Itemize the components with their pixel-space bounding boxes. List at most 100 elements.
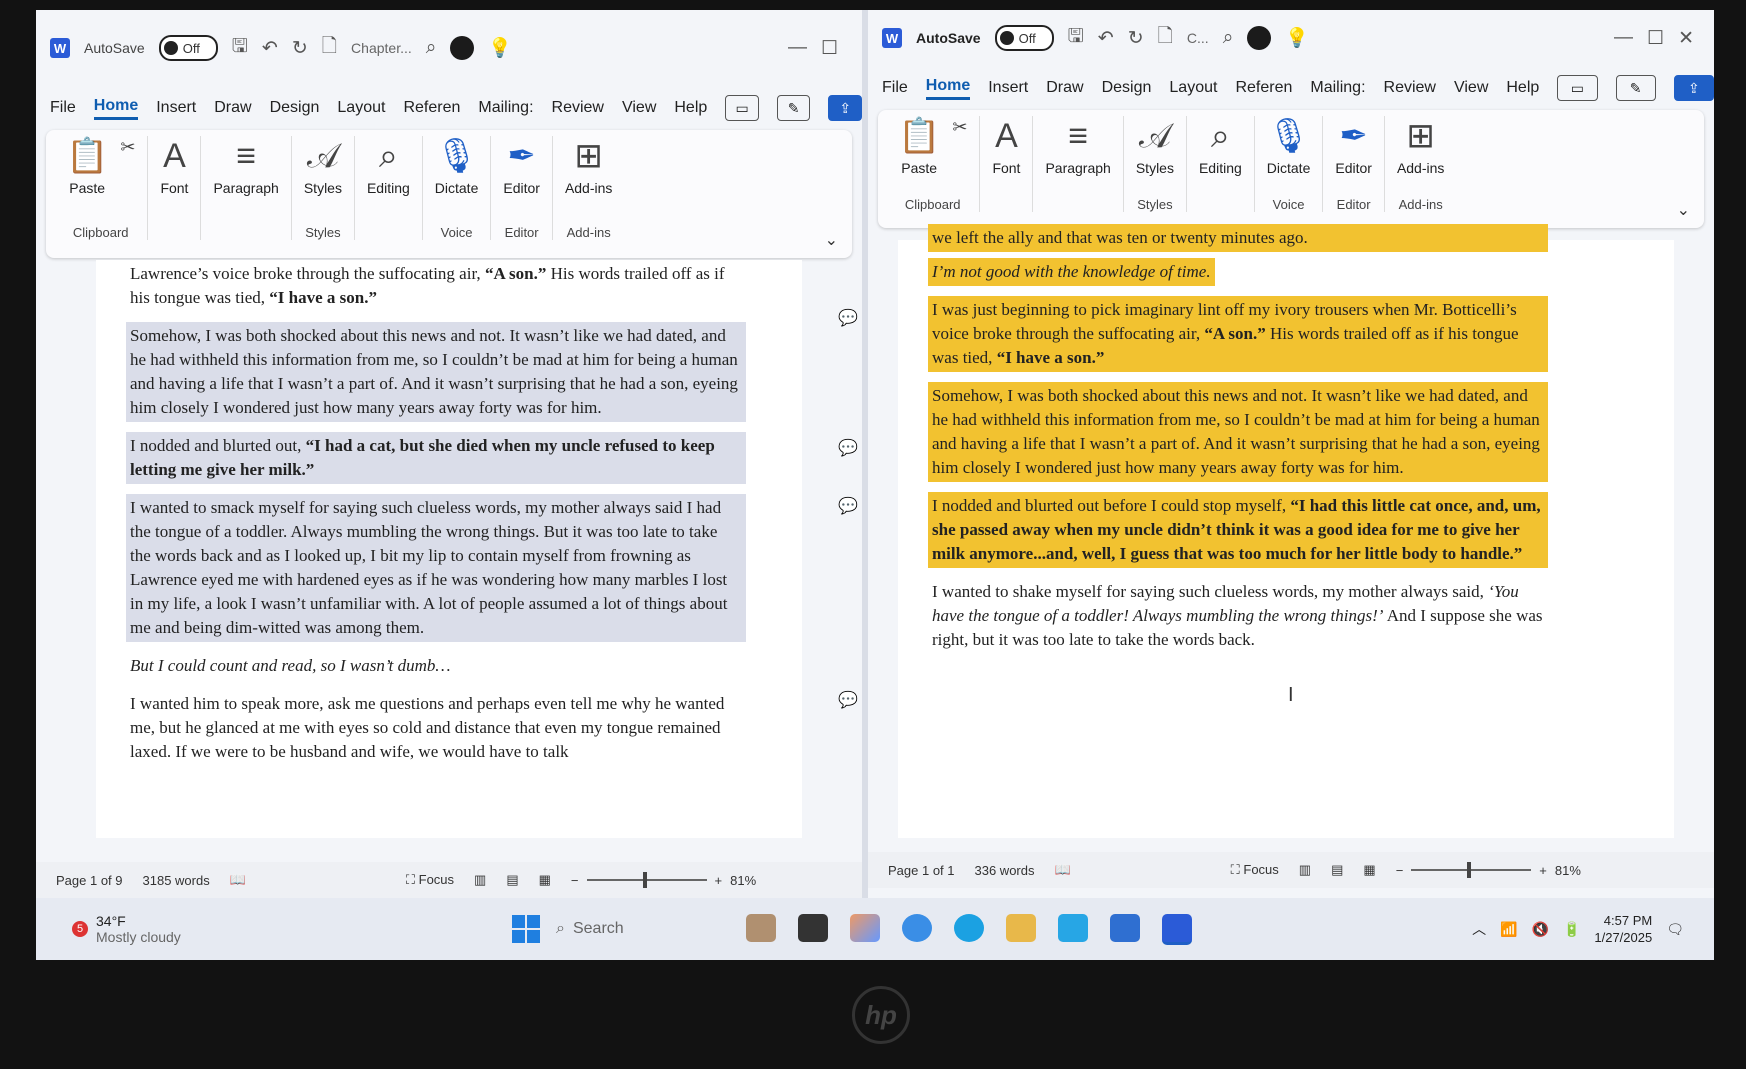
windows-start-icon[interactable] <box>512 915 540 943</box>
menu-mailings[interactable]: Mailing: <box>1310 79 1365 97</box>
menu-references[interactable]: Referen <box>403 99 460 117</box>
menu-draw[interactable]: Draw <box>214 99 251 117</box>
menu-help[interactable]: Help <box>674 99 707 117</box>
minimize-icon[interactable]: — <box>1614 27 1633 49</box>
chevron-up-icon[interactable]: ︿ <box>1472 919 1486 939</box>
comment-icon[interactable]: 💬 <box>838 438 858 458</box>
scissors-icon[interactable]: ✂ <box>952 116 967 156</box>
menu-layout[interactable]: Layout <box>1169 79 1217 97</box>
editing-mode-button[interactable]: ✎ <box>1615 75 1656 101</box>
comments-button[interactable]: ▭ <box>725 95 759 121</box>
minimize-icon[interactable]: — <box>788 37 807 59</box>
search-icon[interactable]: ⌕ <box>426 37 437 59</box>
app-icon[interactable] <box>1058 913 1088 942</box>
focus-button[interactable]: ⛶ Focus <box>1231 862 1279 878</box>
web-layout-icon[interactable]: ▦ <box>1363 862 1375 878</box>
paste-button[interactable]: 📋 Paste <box>66 136 108 196</box>
menu-insert[interactable]: Insert <box>156 99 196 117</box>
autosave-toggle[interactable]: Off <box>158 35 218 61</box>
menu-review[interactable]: Review <box>552 99 604 117</box>
print-layout-icon[interactable]: ▤ <box>1331 862 1343 878</box>
cut-copy-format[interactable]: ✂ <box>120 136 135 176</box>
dictate-button[interactable]: 🎙 Dictate <box>1267 116 1311 176</box>
left-document-page[interactable]: Lawrence’s voice broke through the suffo… <box>96 260 858 838</box>
zoom-slider[interactable]: − +81% <box>571 872 756 888</box>
page-count[interactable]: Page 1 of 1 <box>888 863 955 878</box>
font-button[interactable]: A Font <box>160 136 188 196</box>
maximize-icon[interactable]: ☐ <box>1647 27 1664 50</box>
battery-icon[interactable]: 🔋 <box>1563 921 1580 938</box>
focus-button[interactable]: ⛶ Focus <box>406 872 454 888</box>
clock[interactable]: 4:57 PM 1/27/2025 <box>1594 912 1652 946</box>
save-icon[interactable]: 🖫 <box>232 32 248 64</box>
widget-icon[interactable] <box>746 913 776 942</box>
paragraph-button[interactable]: ≡ Paragraph <box>1045 116 1110 176</box>
menu-home[interactable]: Home <box>925 77 971 100</box>
menu-layout[interactable]: Layout <box>337 99 385 117</box>
menu-references[interactable]: Referen <box>1235 79 1292 97</box>
styles-button[interactable]: 𝒜 Styles <box>1136 116 1174 176</box>
lightbulb-icon[interactable]: 💡 <box>1285 26 1309 50</box>
paragraph-highlighted[interactable]: I’m not good with the knowledge of time. <box>928 258 1215 286</box>
document-title[interactable]: C... <box>1187 30 1209 46</box>
ribbon-collapse-icon[interactable]: ⌄ <box>825 230 838 250</box>
save-icon[interactable]: 🖫 <box>1068 22 1084 54</box>
edge-icon[interactable] <box>954 913 984 942</box>
zoom-slider[interactable]: − +81% <box>1396 862 1581 878</box>
dictate-button[interactable]: 🎙 Dictate <box>435 136 479 196</box>
menu-help[interactable]: Help <box>1506 79 1539 97</box>
menu-mailings[interactable]: Mailing: <box>478 99 533 117</box>
undo-icon[interactable]: ↶ <box>262 37 278 60</box>
paragraph[interactable]: But I could count and read, so I wasn’t … <box>126 652 746 680</box>
taskbar-search[interactable]: ⌕ Search <box>556 911 716 947</box>
editing-mode-button[interactable]: ✎ <box>776 95 811 121</box>
addins-button[interactable]: ⊞ Add-ins <box>1397 116 1444 176</box>
word-count[interactable]: 3185 words <box>143 873 210 888</box>
copilot-icon[interactable] <box>450 36 475 60</box>
menu-design[interactable]: Design <box>270 99 320 117</box>
new-doc-icon[interactable]: 🗋 <box>322 32 337 64</box>
weather-widget[interactable]: 5 34°F Mostly cloudy <box>36 913 492 945</box>
close-icon[interactable]: ✕ <box>1678 27 1694 50</box>
redo-icon[interactable]: ↻ <box>1128 27 1144 50</box>
comments-button[interactable]: ▭ <box>1557 75 1598 101</box>
editor-button[interactable]: ✒ Editor <box>503 136 540 196</box>
font-button[interactable]: A Font <box>992 116 1020 176</box>
proofing-icon[interactable]: 📖 <box>1054 862 1070 878</box>
menu-insert[interactable]: Insert <box>988 79 1028 97</box>
store-icon[interactable] <box>1110 913 1140 942</box>
proofing-icon[interactable]: 📖 <box>230 872 246 888</box>
copilot-app-icon[interactable] <box>850 913 880 942</box>
menu-review[interactable]: Review <box>1384 79 1436 97</box>
paragraph-selected[interactable]: Somehow, I was both shocked about this n… <box>126 322 746 422</box>
copilot-icon[interactable] <box>1247 26 1272 50</box>
menu-view[interactable]: View <box>1454 79 1488 97</box>
editing-button[interactable]: ⌕ Editing <box>367 136 410 196</box>
paragraph-highlighted[interactable]: I was just beginning to pick imaginary l… <box>928 296 1548 372</box>
menu-file[interactable]: File <box>882 79 908 97</box>
menu-draw[interactable]: Draw <box>1046 79 1083 97</box>
paragraph-button[interactable]: ≡ Paragraph <box>213 136 278 196</box>
paragraph-selected[interactable]: I nodded and blurted out, “I had a cat, … <box>126 432 746 484</box>
maximize-icon[interactable]: ☐ <box>821 37 838 60</box>
addins-button[interactable]: ⊞ Add-ins <box>565 136 612 196</box>
scissors-icon[interactable]: ✂ <box>120 136 135 176</box>
paragraph-highlighted[interactable]: I nodded and blurted out before I could … <box>928 492 1548 568</box>
search-icon[interactable]: ⌕ <box>1223 27 1234 49</box>
paragraph-highlighted[interactable]: Somehow, I was both shocked about this n… <box>928 382 1548 482</box>
comment-icon[interactable]: 💬 <box>838 308 858 328</box>
read-mode-icon[interactable]: ▥ <box>1299 862 1311 878</box>
zoom-level[interactable]: 81% <box>730 873 756 888</box>
lightbulb-icon[interactable]: 💡 <box>488 36 512 60</box>
ribbon-collapse-icon[interactable]: ⌄ <box>1677 200 1690 220</box>
notification-icon[interactable]: 🗨 <box>1666 921 1684 938</box>
styles-button[interactable]: 𝒜 Styles <box>304 136 342 196</box>
redo-icon[interactable]: ↻ <box>292 37 308 60</box>
volume-muted-icon[interactable]: 🔇 <box>1532 921 1549 938</box>
file-explorer-icon[interactable] <box>1006 913 1036 942</box>
editor-button[interactable]: ✒ Editor <box>1335 116 1372 176</box>
comment-icon[interactable]: 💬 <box>838 690 858 710</box>
comment-icon[interactable]: 💬 <box>838 496 858 516</box>
share-button[interactable]: ⇪ <box>828 95 862 121</box>
paragraph-selected[interactable]: I wanted to smack myself for saying such… <box>126 494 746 642</box>
